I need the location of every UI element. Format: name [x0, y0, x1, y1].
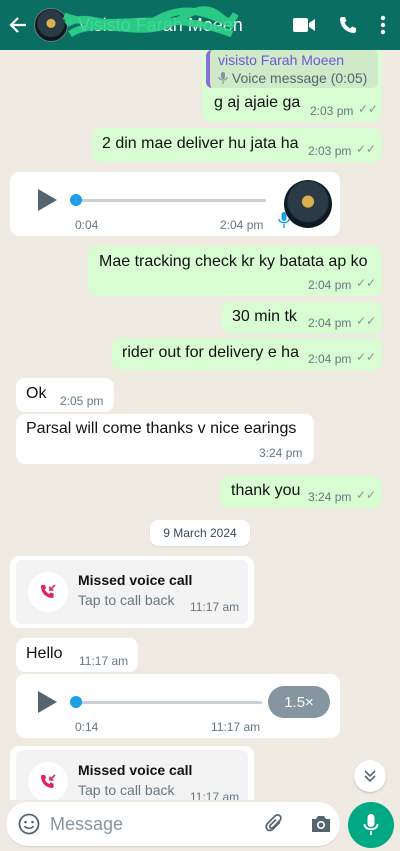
missed-call-icon — [28, 572, 68, 612]
message-outgoing[interactable]: rider out for delivery e ha 2:04 pm ✓✓ — [112, 338, 382, 370]
double-check-icon: ✓✓ — [356, 276, 377, 290]
voice-progress-handle[interactable] — [70, 696, 82, 708]
message-time: 11:17 am — [211, 720, 261, 734]
double-check-icon: ✓✓ — [358, 102, 379, 116]
message-time: 3:24 pm — [308, 490, 352, 504]
microphone-icon — [218, 72, 228, 84]
scroll-to-bottom-button[interactable] — [354, 760, 386, 792]
voice-progress-track[interactable] — [74, 701, 262, 704]
message-outgoing[interactable]: 30 min tk 2:04 pm ✓✓ — [222, 302, 382, 334]
voice-duration: 0:14 — [75, 720, 99, 734]
more-vertical-icon[interactable] — [380, 15, 386, 35]
message-time: 2:03 pm — [308, 144, 352, 158]
microphone-icon — [363, 814, 379, 835]
double-check-icon: ✓✓ — [356, 350, 377, 364]
voice-duration: 0:04 — [75, 218, 99, 232]
double-check-icon: ✓✓ — [356, 488, 377, 502]
arrow-left-icon — [9, 17, 26, 33]
voice-record-button[interactable] — [348, 802, 394, 848]
voice-message-incoming[interactable]: 0:14 11:17 am 1.5× — [16, 674, 340, 738]
quoted-voice-duration: Voice message (0:05) — [231, 70, 368, 86]
message-time: 2:04 pm — [308, 278, 352, 292]
chevron-double-down-icon — [364, 770, 376, 783]
message-text: 30 min tk — [232, 308, 297, 325]
message-outgoing[interactable]: 2 din mae deliver hu jata ha 2:03 pm ✓✓ — [92, 128, 382, 162]
message-time: 2:04 pm — [220, 218, 264, 232]
missed-call-message[interactable]: Missed voice call Tap to call back 11:17… — [10, 556, 254, 628]
chat-header: Visisto Farah Moeen — [0, 0, 400, 50]
message-text: Parsal will come thanks v nice earings — [26, 420, 297, 437]
camera-icon[interactable] — [310, 814, 332, 834]
quoted-voice-label: Voice message (0:05) — [218, 70, 367, 86]
message-time: 2:04 pm — [308, 352, 352, 366]
message-list[interactable]: visisto Farah Moeen Voice message (0:05)… — [0, 50, 400, 800]
double-check-icon: ✓✓ — [356, 142, 377, 156]
message-incoming[interactable]: Parsal will come thanks v nice earings 3… — [16, 414, 314, 464]
message-time: 2:05 pm — [60, 394, 104, 408]
message-text: thank you — [231, 482, 301, 499]
message-text: Ok — [26, 385, 47, 402]
emoji-icon[interactable] — [18, 813, 40, 835]
message-input[interactable]: Message — [6, 802, 340, 846]
message-time: 11:17 am — [79, 654, 129, 668]
double-check-icon: ✓✓ — [356, 314, 377, 328]
voice-message-incoming[interactable]: 0:04 2:04 pm — [10, 172, 340, 236]
composer: Message — [0, 800, 400, 851]
message-text: Mae tracking check kr ky batata ap ko — [99, 253, 368, 270]
voice-progress-handle[interactable] — [70, 194, 82, 206]
message-time: 11:17 am — [190, 790, 240, 800]
message-time: 2:04 pm — [308, 316, 352, 330]
call-subtitle: Tap to call back — [78, 782, 175, 798]
paperclip-icon[interactable] — [264, 813, 286, 835]
message-time: 11:17 am — [190, 600, 240, 614]
play-icon[interactable] — [38, 691, 57, 713]
message-time: 3:24 pm — [259, 446, 303, 460]
playback-speed-button[interactable]: 1.5× — [268, 686, 330, 718]
play-icon[interactable] — [38, 189, 57, 211]
sender-avatar — [284, 180, 332, 228]
missed-call-card[interactable]: Missed voice call Tap to call back 11:17… — [16, 750, 248, 800]
message-incoming[interactable]: Hello 11:17 am — [16, 638, 138, 672]
date-separator: 9 March 2024 — [150, 520, 250, 546]
message-text: rider out for delivery e ha — [122, 344, 299, 361]
redaction-scribble — [62, 6, 238, 38]
call-title: Missed voice call — [78, 762, 193, 778]
quoted-reply[interactable]: visisto Farah Moeen Voice message (0:05) — [206, 50, 378, 88]
video-camera-icon[interactable] — [292, 16, 316, 34]
message-outgoing[interactable]: Mae tracking check kr ky batata ap ko 2:… — [88, 246, 382, 296]
call-subtitle: Tap to call back — [78, 592, 175, 608]
quoted-sender: visisto Farah Moeen — [218, 52, 345, 68]
message-placeholder: Message — [50, 814, 124, 834]
message-incoming[interactable]: Ok 2:05 pm — [16, 378, 114, 412]
missed-call-icon — [28, 762, 68, 800]
call-title: Missed voice call — [78, 572, 193, 588]
message-outgoing[interactable]: visisto Farah Moeen Voice message (0:05)… — [202, 50, 382, 122]
message-outgoing[interactable]: thank you 3:24 pm ✓✓ — [220, 476, 382, 508]
message-text: g aj ajaie ga — [214, 94, 301, 111]
phone-icon[interactable] — [338, 15, 358, 35]
missed-call-message[interactable]: Missed voice call Tap to call back 11:17… — [10, 746, 254, 800]
microphone-icon — [278, 212, 290, 228]
message-text: 2 din mae deliver hu jata ha — [102, 135, 299, 152]
message-text: Hello — [26, 645, 63, 662]
voice-progress-track[interactable] — [74, 199, 266, 202]
message-time: 2:03 pm — [310, 104, 354, 118]
back-button[interactable] — [4, 0, 32, 50]
missed-call-card[interactable]: Missed voice call Tap to call back 11:17… — [16, 560, 248, 624]
